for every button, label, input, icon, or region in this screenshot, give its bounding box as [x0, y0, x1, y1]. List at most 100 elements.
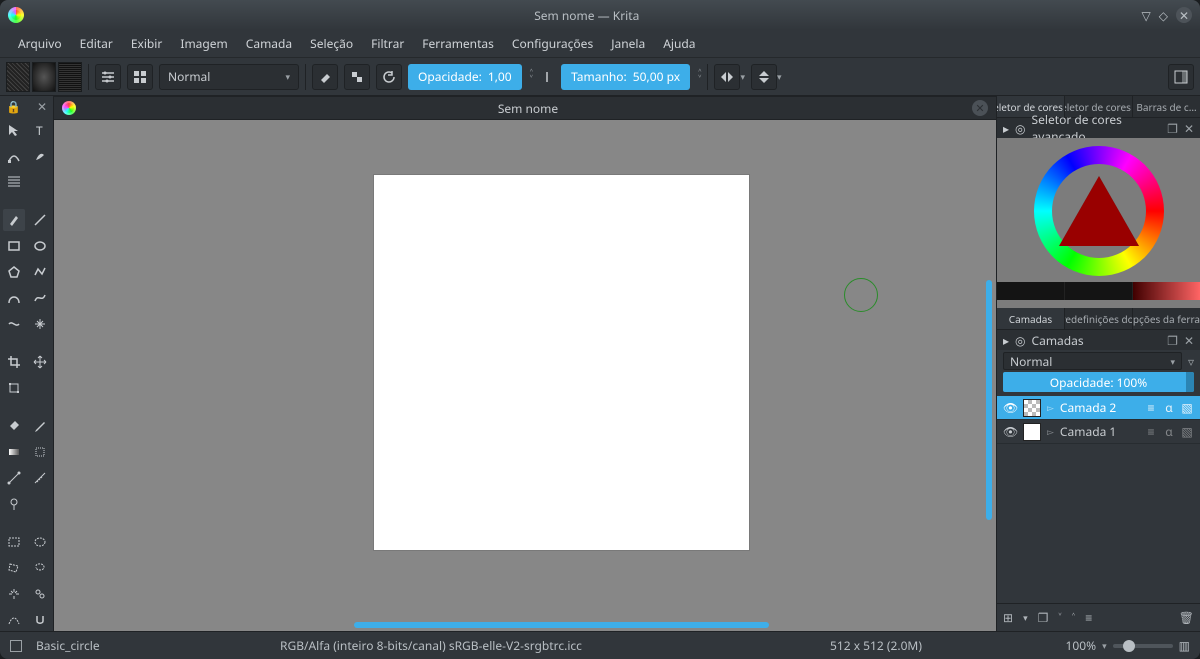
menu-configuracoes[interactable]: Configurações — [504, 31, 601, 56]
calligraphy-tool[interactable] — [29, 145, 51, 167]
move-layer-up-button[interactable]: ˄ — [1072, 609, 1075, 626]
collapse-icon[interactable]: ▸ — [1003, 332, 1009, 349]
similar-select-tool[interactable] — [29, 583, 51, 605]
opacity-link-button[interactable] — [539, 64, 555, 90]
reload-preset-button[interactable] — [376, 64, 402, 90]
brush-preset-1[interactable] — [6, 62, 30, 92]
canvas[interactable] — [374, 175, 749, 550]
size-stepper[interactable]: ˄˅ — [698, 71, 701, 83]
freehand-select-tool[interactable] — [29, 557, 51, 579]
collapse-icon[interactable]: ▸ — [1003, 120, 1009, 137]
transform-tool[interactable] — [3, 119, 25, 141]
canvas-map-button[interactable]: ▥ — [1179, 637, 1190, 654]
zoom-slider[interactable] — [1113, 644, 1173, 648]
fill-tool[interactable] — [3, 415, 25, 437]
edit-shapes-tool[interactable] — [3, 145, 25, 167]
lock-icon[interactable]: 🔒 — [6, 98, 21, 115]
close-panel-button[interactable]: ✕ — [1184, 332, 1194, 349]
ellipse-select-tool[interactable] — [29, 531, 51, 553]
color-history-strip[interactable] — [997, 282, 1200, 300]
edit-brush-button[interactable] — [95, 64, 121, 90]
poly-select-tool[interactable] — [3, 557, 25, 579]
assistant-tool[interactable] — [3, 467, 25, 489]
polyline-tool[interactable] — [29, 261, 51, 283]
mirror-horizontal-button[interactable] — [714, 64, 740, 90]
move-layer-down-button[interactable]: ˅ — [1058, 609, 1061, 626]
menu-ferramentas[interactable]: Ferramentas — [414, 31, 502, 56]
selection-indicator[interactable] — [10, 640, 22, 652]
opacity-stepper[interactable]: ˄˅ — [530, 71, 533, 83]
text-tool[interactable]: T — [29, 119, 51, 141]
polygon-tool[interactable] — [3, 261, 25, 283]
close-panel-button[interactable]: ✕ — [1184, 120, 1194, 137]
contiguous-select-tool[interactable] — [3, 583, 25, 605]
close-icon[interactable]: ✕ — [37, 98, 47, 115]
chevron-down-icon[interactable]: ▾ — [740, 70, 745, 83]
tab-layers[interactable]: Camadas — [997, 308, 1065, 329]
close-button[interactable]: ✕ — [1176, 7, 1192, 23]
gradient-tool[interactable] — [3, 441, 25, 463]
maximize-button[interactable]: ◇ — [1159, 7, 1168, 24]
delete-layer-button[interactable]: 🗑 — [1179, 609, 1194, 626]
chevron-down-icon[interactable]: ▾ — [777, 70, 782, 83]
alpha-icon[interactable]: α — [1162, 399, 1176, 416]
brush-preset-2[interactable] — [32, 62, 56, 92]
zoom-knob[interactable] — [1123, 640, 1135, 652]
layer-expand-icon[interactable]: ▻ — [1047, 425, 1054, 438]
menu-selecao[interactable]: Seleção — [302, 31, 361, 56]
menu-ajuda[interactable]: Ajuda — [655, 31, 703, 56]
menu-janela[interactable]: Janela — [603, 31, 653, 56]
measure-tool[interactable] — [29, 467, 51, 489]
layer-expand-icon[interactable]: ▻ — [1047, 401, 1054, 414]
color-selector[interactable] — [997, 138, 1200, 308]
rect-select-tool[interactable] — [3, 531, 25, 553]
alpha-icon[interactable]: α — [1162, 423, 1176, 440]
bezier-select-tool[interactable] — [3, 609, 25, 631]
add-layer-button[interactable]: ⊞ — [1003, 609, 1013, 626]
multibrush-tool[interactable] — [29, 313, 51, 335]
transform-tool-2[interactable] — [3, 377, 25, 399]
crop-tool[interactable] — [3, 351, 25, 373]
layer-opacity-slider[interactable]: Opacidade: 100% — [1003, 372, 1194, 392]
eraser-toggle[interactable] — [312, 64, 338, 90]
layer-extra-icon[interactable]: ▧ — [1180, 399, 1194, 416]
bezier-tool[interactable] — [3, 287, 25, 309]
reference-tool[interactable] — [3, 493, 25, 515]
minimize-button[interactable]: ▽ — [1142, 7, 1151, 24]
horizontal-scrollbar[interactable] — [354, 622, 769, 628]
layer-props-icon[interactable]: ≡ — [1144, 399, 1158, 416]
close-document-button[interactable]: ✕ — [972, 100, 988, 116]
vertical-scrollbar[interactable] — [986, 280, 992, 520]
layer-props-icon[interactable]: ≡ — [1144, 423, 1158, 440]
menu-exibir[interactable]: Exibir — [123, 31, 171, 56]
canvas-viewport[interactable] — [54, 120, 996, 631]
dynamic-brush-tool[interactable] — [3, 313, 25, 335]
rectangle-tool[interactable] — [3, 235, 25, 257]
menu-editar[interactable]: Editar — [72, 31, 121, 56]
float-panel-button[interactable]: ❐ — [1167, 120, 1178, 137]
target-icon[interactable]: ◎ — [1015, 332, 1025, 349]
layer-row[interactable]: 👁▻Camada 2≡α▧ — [997, 396, 1200, 420]
slider-handle[interactable] — [1186, 372, 1194, 392]
line-tool[interactable] — [29, 209, 51, 231]
brush-tool[interactable] — [3, 209, 25, 231]
opacity-slider[interactable]: Opacidade: 1,00 — [408, 64, 522, 90]
chevron-down-icon[interactable]: ▾ — [1023, 611, 1028, 624]
tab-brush-presets[interactable]: Predefinições do… — [1065, 308, 1133, 329]
freehand-path-tool[interactable] — [29, 287, 51, 309]
document-tab[interactable]: Sem nome ✕ — [54, 96, 996, 120]
visibility-toggle[interactable]: 👁 — [1003, 399, 1017, 416]
smart-patch-tool[interactable] — [29, 441, 51, 463]
menu-filtrar[interactable]: Filtrar — [363, 31, 412, 56]
hue-wheel[interactable] — [1034, 146, 1164, 276]
blend-mode-dropdown[interactable]: Normal ▾ — [159, 64, 299, 90]
size-slider[interactable]: Tamanho: 50,00 px — [561, 64, 690, 90]
layer-blend-mode-dropdown[interactable]: Normal ▾ — [1003, 352, 1182, 370]
duplicate-layer-button[interactable]: ❐ — [1038, 609, 1049, 626]
layer-properties-button[interactable]: ≡ — [1085, 609, 1092, 626]
float-panel-button[interactable]: ❐ — [1167, 332, 1178, 349]
menu-imagem[interactable]: Imagem — [172, 31, 235, 56]
menu-arquivo[interactable]: Arquivo — [10, 31, 70, 56]
target-icon[interactable]: ◎ — [1015, 120, 1025, 137]
filter-layers-button[interactable]: ▿ — [1188, 353, 1194, 370]
